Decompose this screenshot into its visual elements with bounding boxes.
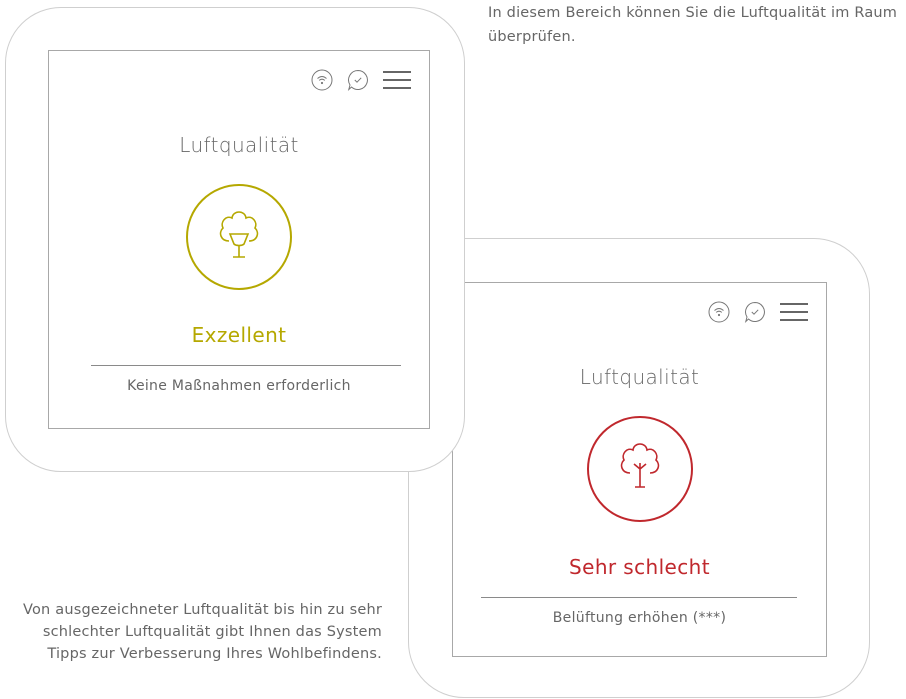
menu-icon[interactable] — [383, 69, 411, 91]
status-bar — [311, 69, 411, 91]
quality-status: Exzellent — [191, 323, 287, 347]
screen-title: Luftqualität — [579, 365, 700, 389]
wifi-icon[interactable] — [708, 301, 730, 323]
device-very-bad: Luftqualität Sehr schlecht Belüftung erh… — [408, 238, 870, 698]
device-screen: Luftqualität Sehr schlecht Belüftung erh… — [452, 282, 827, 657]
quality-status: Sehr schlecht — [569, 555, 710, 579]
chat-check-icon[interactable] — [744, 301, 766, 323]
tree-icon — [185, 183, 293, 295]
status-bar — [708, 301, 808, 323]
advice-text: Belüftung erhöhen (***) — [552, 610, 727, 626]
divider — [481, 597, 797, 598]
bottom-caption: Von ausgezeichneter Luftqualität bis hin… — [22, 602, 382, 662]
screen-title: Luftqualität — [179, 133, 299, 157]
divider — [91, 365, 401, 366]
device-screen: Luftqualität Exzellent Keine Maßnahmen e… — [48, 50, 430, 429]
chat-check-icon[interactable] — [347, 69, 369, 91]
device-excellent: Luftqualität Exzellent Keine Maßnahmen e… — [5, 7, 465, 472]
wifi-icon[interactable] — [311, 69, 333, 91]
top-caption: In diesem Bereich können Sie die Luftqua… — [488, 5, 898, 45]
menu-icon[interactable] — [780, 301, 808, 323]
advice-text: Keine Maßnahmen erforderlich — [127, 378, 351, 394]
tree-icon — [586, 415, 694, 527]
